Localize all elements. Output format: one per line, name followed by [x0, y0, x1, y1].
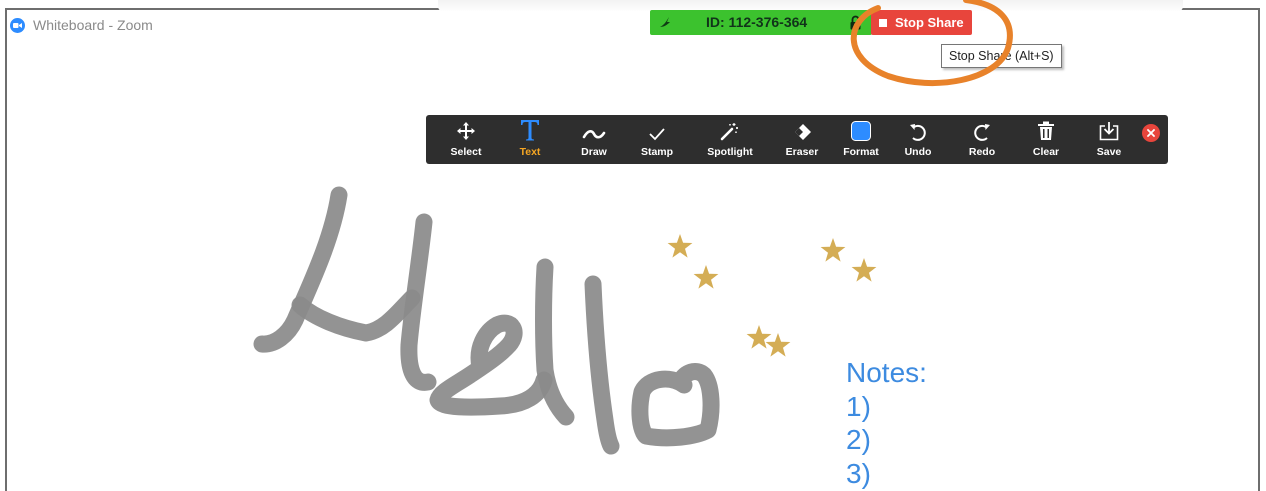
clear-button[interactable]: Clear	[1016, 115, 1076, 164]
whiteboard-toolbar: Select Text Draw Stamp Spotlight Eraser	[426, 115, 1168, 164]
notes-line: 1)	[846, 390, 871, 422]
format-tool-button[interactable]: Format	[831, 115, 891, 164]
undo-icon	[908, 115, 928, 141]
notes-line: 3)	[846, 457, 871, 489]
squiggle-icon	[582, 115, 606, 141]
tool-label: Select	[450, 146, 482, 158]
notes-line: 2)	[846, 424, 871, 455]
color-square-icon	[851, 115, 871, 141]
network-signal-icon	[658, 15, 672, 34]
draw-tool-button[interactable]: Draw	[564, 115, 624, 164]
text-tool-button[interactable]: Text	[500, 115, 560, 164]
tool-label: Format	[843, 146, 879, 158]
magic-wand-icon	[720, 115, 740, 141]
redo-button[interactable]: Redo	[952, 115, 1012, 164]
lock-icon	[850, 15, 861, 35]
select-tool-button[interactable]: Select	[436, 115, 496, 164]
eraser-icon	[792, 115, 812, 141]
trash-icon	[1037, 115, 1055, 141]
save-download-icon	[1099, 115, 1119, 141]
stop-share-button[interactable]: Stop Share	[871, 10, 972, 35]
stop-share-label: Stop Share	[895, 15, 964, 30]
tool-label: Clear	[1032, 146, 1060, 158]
tool-label: Redo	[968, 146, 996, 158]
close-toolbar-button[interactable]	[1142, 124, 1160, 142]
tool-label: Draw	[581, 146, 607, 158]
undo-button[interactable]: Undo	[888, 115, 948, 164]
meeting-id-bar[interactable]: ID: 112-376-364	[650, 10, 872, 35]
close-icon	[1147, 129, 1155, 137]
move-arrows-icon	[456, 115, 476, 141]
save-button[interactable]: Save	[1079, 115, 1139, 164]
eraser-tool-button[interactable]: Eraser	[772, 115, 832, 164]
checkmark-icon	[648, 115, 666, 141]
notes-heading: Notes:	[846, 357, 927, 388]
zoom-whiteboard-window: Whiteboard - Zoom	[5, 8, 1260, 491]
title-bar: Whiteboard - Zoom	[10, 15, 153, 35]
tool-label: Undo	[904, 146, 932, 158]
whiteboard-notes-text: Notes: 1) 2) 3)	[846, 356, 927, 490]
tool-label: Text	[519, 146, 541, 158]
tool-label: Eraser	[785, 146, 819, 158]
stop-share-tooltip: Stop Share (Alt+S)	[941, 44, 1062, 68]
redo-icon	[972, 115, 992, 141]
stamp-tool-button[interactable]: Stamp	[627, 115, 687, 164]
text-t-icon	[520, 115, 540, 141]
tool-label: Save	[1096, 146, 1122, 158]
stop-square-icon	[879, 18, 887, 27]
spotlight-tool-button[interactable]: Spotlight	[700, 115, 760, 164]
tool-label: Stamp	[640, 146, 674, 158]
meeting-id-text: ID: 112-376-364	[706, 14, 808, 30]
window-title: Whiteboard - Zoom	[33, 17, 153, 33]
tool-label: Spotlight	[707, 146, 753, 158]
zoom-logo-icon	[10, 17, 25, 33]
